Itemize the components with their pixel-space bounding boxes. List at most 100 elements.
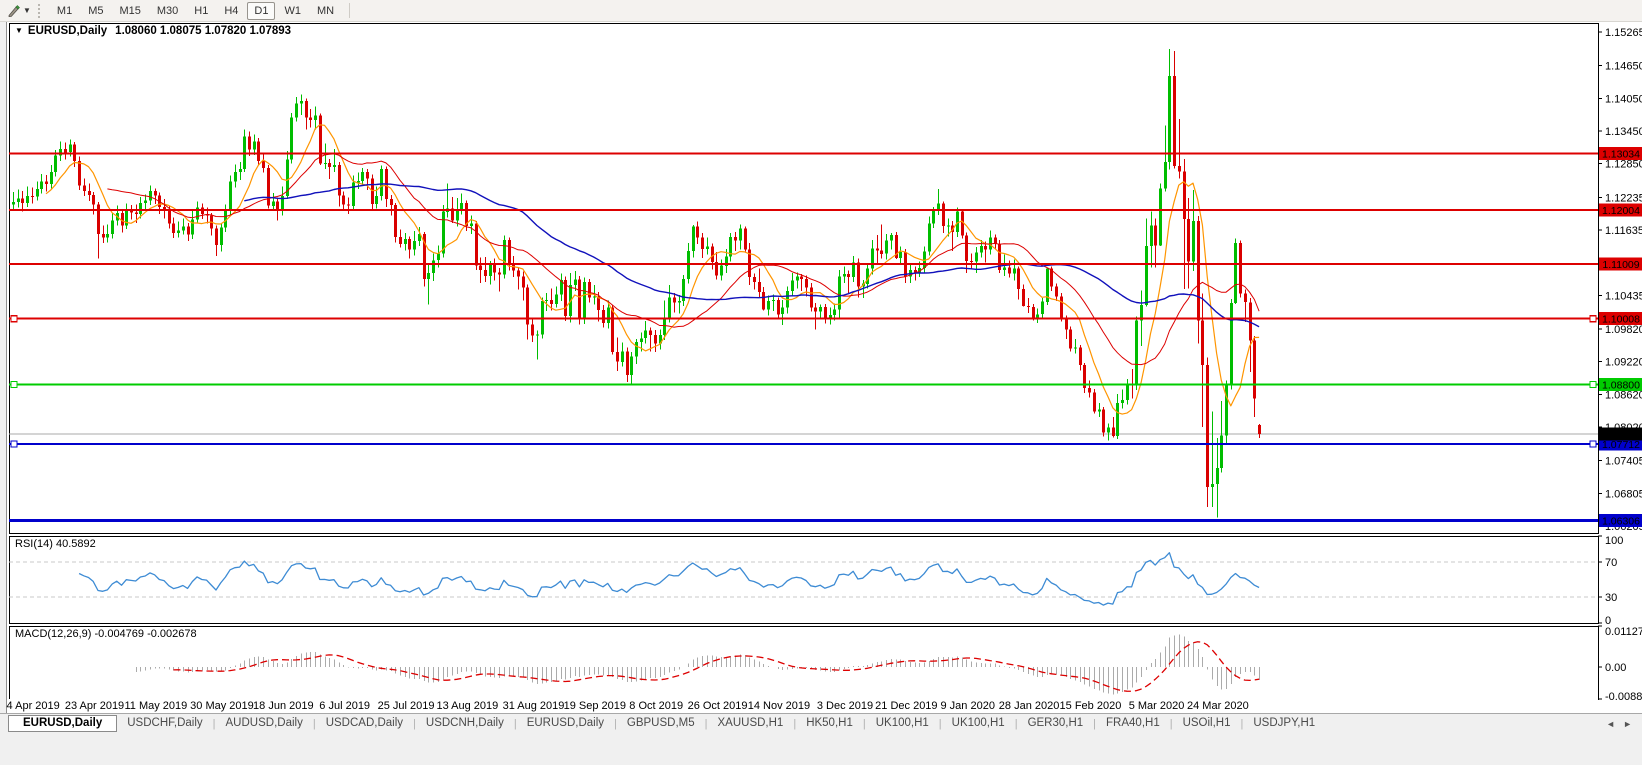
timeframe-toolbar: ▼ M1 M5 M15 M30 H1 H4 D1 W1 MN	[0, 0, 1642, 22]
macd-indicator-label: MACD(12,26,9) -0.004769 -0.002678	[15, 628, 197, 640]
chart-tab-UK100-H1[interactable]: UK100,H1	[942, 715, 1015, 732]
chart-tab-EURUSD-Daily[interactable]: EURUSD,Daily	[8, 715, 118, 732]
macd-axis-label: -0.008845	[1605, 691, 1642, 703]
price-axis: 1.152651.146501.140501.134501.128501.122…	[1598, 27, 1642, 703]
price-tick-label: 1.07405	[1605, 456, 1642, 468]
price-tick-label: 1.11635	[1605, 225, 1642, 237]
svg-text:1.08800: 1.08800	[1602, 380, 1640, 392]
price-tick-label: 1.06805	[1605, 489, 1642, 501]
timeframe-button-M1[interactable]: M1	[50, 2, 79, 20]
line-handle[interactable]	[10, 381, 18, 389]
draw-tool-icon[interactable]	[4, 3, 22, 19]
svg-text:1.11009: 1.11009	[1602, 259, 1639, 271]
line-handle[interactable]	[10, 440, 18, 448]
price-tick-label: 1.09220	[1605, 357, 1642, 369]
mt4-terminal: { "toolbar":{ "timeframes":["M1","M5","M…	[0, 0, 1642, 765]
timeframe-button-MN[interactable]: MN	[310, 2, 341, 20]
symbol-period-label: EURUSD,Daily	[27, 25, 108, 37]
price-label-chip: 1.12004	[1599, 203, 1642, 217]
timeframe-button-W1[interactable]: W1	[277, 2, 308, 20]
svg-text:1.12004: 1.12004	[1602, 205, 1640, 217]
line-handle[interactable]	[1589, 315, 1597, 323]
toolbar-grip-handle[interactable]	[37, 3, 42, 18]
date-label: 31 Aug 2019	[502, 700, 565, 712]
rsi-indicator-label: RSI(14) 40.5892	[15, 538, 96, 550]
price-label-chip: 1.11009	[1599, 257, 1642, 271]
price-label-chip: 1.08800	[1599, 378, 1642, 392]
chart-tab-USDCAD-Daily[interactable]: USDCAD,Daily	[316, 715, 413, 732]
price-tick-label: 1.13450	[1605, 126, 1642, 138]
date-label: 9 Jan 2020	[940, 700, 995, 712]
date-label: 21 Dec 2019	[875, 700, 938, 712]
timeframe-button-H4[interactable]: H4	[217, 2, 245, 20]
timeframe-button-M5[interactable]: M5	[81, 2, 110, 20]
line-handle[interactable]	[1589, 381, 1597, 389]
date-label: 11 May 2019	[124, 700, 188, 712]
date-label: 4 Apr 2019	[6, 700, 60, 712]
price-tick-label: 1.09820	[1605, 324, 1642, 336]
date-label: 25 Jul 2019	[377, 700, 435, 712]
price-label-chip: 1.13034	[1599, 147, 1642, 161]
date-label: 14 Nov 2019	[747, 700, 811, 712]
ohlc-values: 1.08060 1.08075 1.07820 1.07893	[115, 25, 292, 37]
scroll-tabs-right-button[interactable]: ►	[1623, 719, 1632, 729]
chart-tab-GER30-H1[interactable]: GER30,H1	[1018, 715, 1094, 732]
date-label: 8 Oct 2019	[629, 700, 684, 712]
toolbar-separator	[349, 3, 351, 18]
price-tick-label: 1.10435	[1605, 291, 1642, 303]
chart-tab-UK100-H1[interactable]: UK100,H1	[866, 715, 939, 732]
chart-tab-HK50-H1[interactable]: HK50,H1	[796, 715, 863, 732]
date-label: 5 Mar 2020	[1128, 700, 1185, 712]
svg-text:1.10008: 1.10008	[1602, 314, 1640, 326]
line-handle[interactable]	[1589, 440, 1597, 448]
main-pane	[9, 23, 1599, 534]
pencil-icon	[8, 5, 20, 17]
date-label: 18 Jun 2019	[253, 700, 314, 712]
date-label: 19 Sep 2019	[563, 700, 627, 712]
scroll-tabs-left-button[interactable]: ◄	[1606, 719, 1615, 729]
price-label-chip: 1.06306	[1599, 514, 1642, 528]
date-label: 24 Mar 2020	[1186, 700, 1249, 712]
macd-pane	[9, 626, 1599, 700]
price-label-chip: 1.10008	[1599, 312, 1642, 326]
timeframe-button-D1[interactable]: D1	[247, 1, 276, 20]
chart-tab-USOil-H1[interactable]: USOil,H1	[1173, 715, 1241, 732]
svg-text:1.13034: 1.13034	[1602, 149, 1640, 161]
rsi-axis-label: 100	[1605, 535, 1623, 547]
chart-tab-USDJPY-H1[interactable]: USDJPY,H1	[1243, 715, 1325, 732]
chart-tab-USDCHF-Daily[interactable]: USDCHF,Daily	[117, 715, 212, 732]
macd-axis-label: 0.011277	[1605, 626, 1642, 638]
collapse-arrow-icon[interactable]: ▼	[15, 26, 23, 35]
chart-tab-EURUSD-Daily[interactable]: EURUSD,Daily	[517, 715, 614, 732]
date-label: 23 Apr 2019	[64, 700, 125, 712]
price-tick-label: 1.14050	[1605, 93, 1642, 105]
chart-tab-bar: EURUSD,Daily USDCHF,Daily | AUDUSD,Daily | US…	[0, 713, 1642, 733]
rsi-value: 40.5892	[55, 538, 96, 550]
date-label: 30 May 2019	[190, 700, 254, 712]
chart-tab-XAUUSD-H1[interactable]: XAUUSD,H1	[708, 715, 794, 732]
price-tick-label: 1.15265	[1605, 27, 1642, 39]
date-label: 13 Aug 2019	[436, 700, 499, 712]
chart-canvas[interactable]: 1.152651.146501.140501.134501.128501.122…	[7, 22, 1642, 713]
draw-tool-dropdown-icon[interactable]: ▼	[23, 6, 31, 15]
chart-window: 1.15265 1.14650 1.14050 1.13450 1.12850 1.122…	[6, 22, 1642, 713]
timeframe-button-M15[interactable]: M15	[112, 2, 147, 20]
chart-tab-GBPUSD-M5[interactable]: GBPUSD,M5	[617, 715, 705, 732]
date-label: 6 Jul 2019	[319, 700, 371, 712]
date-label: 15 Feb 2020	[1059, 700, 1122, 712]
rsi-axis-label: 30	[1605, 592, 1617, 604]
timeframe-button-M30[interactable]: M30	[150, 2, 185, 20]
chart-tab-FRA40-H1[interactable]: FRA40,H1	[1096, 715, 1170, 732]
line-handle[interactable]	[10, 315, 18, 323]
tab-scroll-controls: ◄ ►	[1606, 719, 1642, 729]
date-label: 3 Dec 2019	[816, 700, 874, 712]
timeframe-button-H1[interactable]: H1	[187, 2, 215, 20]
svg-text:1.07893: 1.07893	[1602, 429, 1640, 441]
price-tick-label: 1.14650	[1605, 61, 1642, 73]
price-label-chip: 1.07893	[1599, 427, 1642, 441]
chart-tab-USDCNH-Daily[interactable]: USDCNH,Daily	[416, 715, 514, 732]
rsi-axis-label: 70	[1605, 557, 1617, 569]
macd-axis-label: 0.00	[1605, 662, 1626, 674]
chart-tab-AUDUSD-Daily[interactable]: AUDUSD,Daily	[216, 715, 313, 732]
svg-text:1.06306: 1.06306	[1602, 516, 1640, 528]
